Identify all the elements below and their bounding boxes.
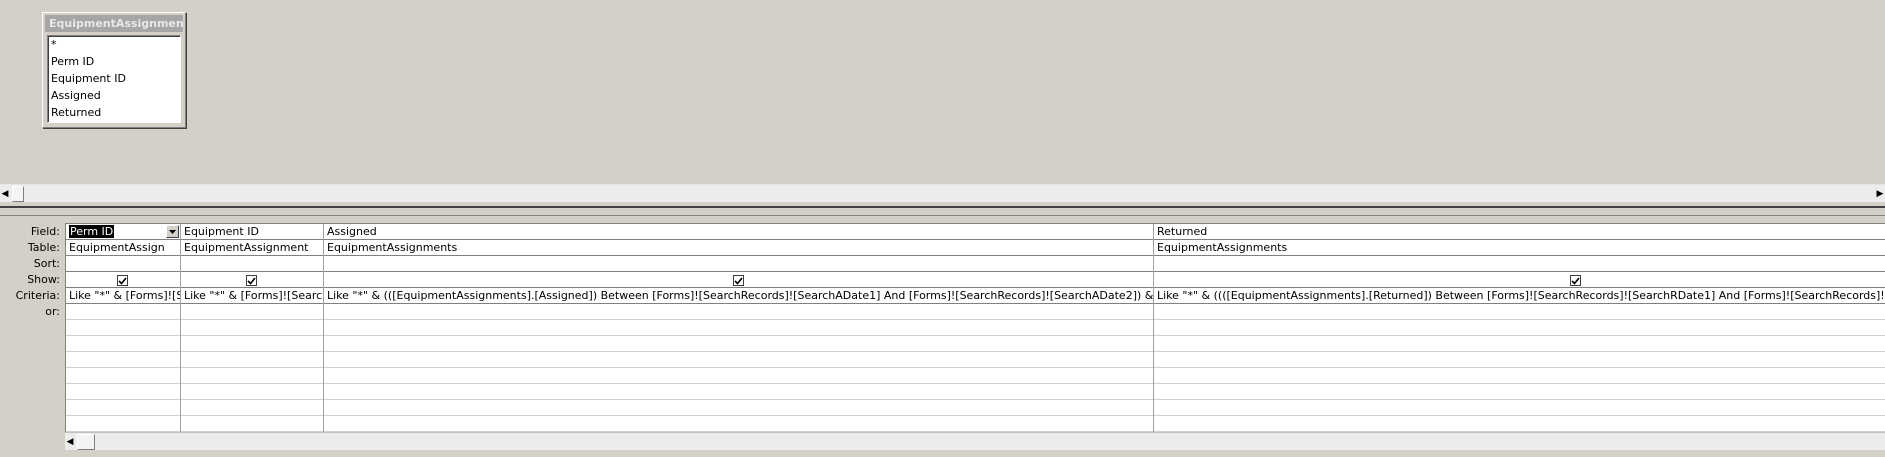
row-label-criteria: Criteria: xyxy=(15,289,60,302)
field-list-item-assigned[interactable]: Assigned xyxy=(48,87,180,104)
checkmark-icon xyxy=(247,276,256,285)
qbe-column-perm-id[interactable]: Perm ID EquipmentAssign Like "*" & [Form… xyxy=(66,224,181,433)
field-cell[interactable]: Returned xyxy=(1154,224,1885,240)
sort-cell[interactable] xyxy=(324,256,1153,272)
field-list[interactable]: * Perm ID Equipment ID Assigned Returned xyxy=(47,35,181,123)
scrollbar-thumb[interactable] xyxy=(77,434,95,450)
qbe-column-assigned[interactable]: Assigned EquipmentAssignments Like "*" &… xyxy=(324,224,1154,433)
table-cell[interactable]: EquipmentAssign xyxy=(66,240,180,256)
field-cell[interactable]: Perm ID xyxy=(66,224,180,240)
criteria-cell[interactable]: Like "*" & (([EquipmentAssignments].[Ass… xyxy=(324,288,1153,304)
field-value[interactable]: Perm ID xyxy=(69,225,115,238)
table-field-list-window[interactable]: EquipmentAssignments * Perm ID Equipment… xyxy=(42,12,186,128)
sort-cell[interactable] xyxy=(1154,256,1885,272)
row-label-or: or: xyxy=(45,305,60,318)
criteria-cell[interactable]: Like "*" & [Forms]![Search xyxy=(181,288,323,304)
field-cell[interactable]: Equipment ID xyxy=(181,224,323,240)
sort-cell[interactable] xyxy=(66,256,180,272)
show-checkbox[interactable] xyxy=(246,275,257,286)
grid-horizontal-scrollbar[interactable]: ◀ xyxy=(65,432,1885,450)
upper-horizontal-scrollbar[interactable]: ◀ ▶ xyxy=(0,184,1885,202)
field-list-item-equipment-id[interactable]: Equipment ID xyxy=(48,70,180,87)
scrollbar-thumb[interactable] xyxy=(12,186,24,202)
row-label-field: Field: xyxy=(30,225,60,238)
criteria-cell[interactable]: Like "*" & ((([EquipmentAssignments].[Re… xyxy=(1154,288,1885,304)
scroll-left-arrow-icon[interactable]: ◀ xyxy=(0,185,10,202)
checkmark-icon xyxy=(118,276,127,285)
row-label-sort: Sort: xyxy=(33,257,60,270)
table-cell[interactable]: EquipmentAssignments xyxy=(324,240,1153,256)
checkmark-icon xyxy=(1571,276,1580,285)
field-list-item-returned[interactable]: Returned xyxy=(48,104,180,121)
table-cell[interactable]: EquipmentAssignment xyxy=(181,240,323,256)
pane-splitter[interactable] xyxy=(0,206,1885,216)
field-list-item-all[interactable]: * xyxy=(48,36,180,53)
show-checkbox[interactable] xyxy=(733,275,744,286)
scroll-right-arrow-icon[interactable]: ▶ xyxy=(1875,185,1885,202)
qbe-column-returned[interactable]: Returned EquipmentAssignments Like "*" &… xyxy=(1154,224,1885,433)
table-pane: EquipmentAssignments * Perm ID Equipment… xyxy=(0,0,1885,184)
show-checkbox[interactable] xyxy=(1570,275,1581,286)
chevron-down-icon[interactable] xyxy=(166,225,179,238)
qbe-column-equipment-id[interactable]: Equipment ID EquipmentAssignment Like "*… xyxy=(181,224,324,433)
show-checkbox[interactable] xyxy=(117,275,128,286)
table-title[interactable]: EquipmentAssignments xyxy=(45,15,183,32)
checkmark-icon xyxy=(734,276,743,285)
field-cell[interactable]: Assigned xyxy=(324,224,1153,240)
sort-cell[interactable] xyxy=(181,256,323,272)
field-list-item-perm-id[interactable]: Perm ID xyxy=(48,53,180,70)
scroll-left-arrow-icon[interactable]: ◀ xyxy=(65,433,75,450)
criteria-cell[interactable]: Like "*" & [Forms]![S xyxy=(66,288,180,304)
row-label-show: Show: xyxy=(27,273,60,286)
table-cell[interactable]: EquipmentAssignments xyxy=(1154,240,1885,256)
qbe-design-grid[interactable]: Perm ID EquipmentAssign Like "*" & [Form… xyxy=(65,223,1885,433)
row-label-table: Table: xyxy=(27,241,60,254)
